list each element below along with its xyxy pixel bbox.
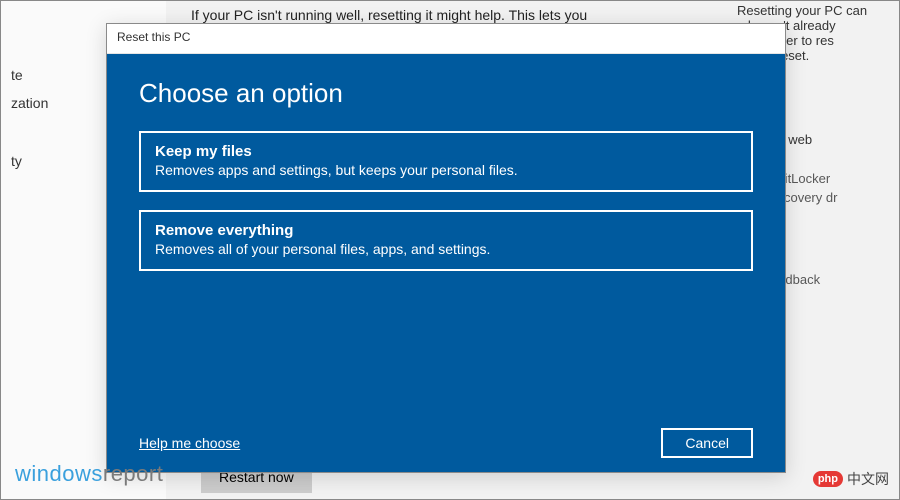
option-desc: Removes all of your personal files, apps…	[155, 241, 737, 257]
dialog-heading: Choose an option	[139, 78, 753, 109]
watermark-windowsreport: windowsreport	[15, 461, 163, 487]
option-keep-my-files[interactable]: Keep my files Removes apps and settings,…	[139, 131, 753, 192]
reset-pc-dialog: Reset this PC Choose an option Keep my f…	[106, 23, 786, 473]
php-badge-icon: php	[813, 471, 843, 487]
cancel-button[interactable]: Cancel	[661, 428, 753, 458]
dialog-footer: Help me choose Cancel	[139, 418, 753, 458]
help-me-choose-link[interactable]: Help me choose	[139, 435, 240, 451]
option-title: Remove everything	[155, 222, 737, 239]
watermark-part-b: report	[103, 461, 163, 486]
right-text: Resetting your PC can	[737, 3, 899, 18]
watermark-phpcn: php 中文网	[813, 469, 889, 489]
option-title: Keep my files	[155, 143, 737, 160]
option-remove-everything[interactable]: Remove everything Removes all of your pe…	[139, 210, 753, 271]
watermark-part-a: windows	[15, 461, 103, 486]
watermark-right-text: 中文网	[847, 469, 889, 489]
option-desc: Removes apps and settings, but keeps you…	[155, 162, 737, 178]
dialog-body: Choose an option Keep my files Removes a…	[107, 54, 785, 472]
dialog-titlebar: Reset this PC	[107, 24, 785, 54]
